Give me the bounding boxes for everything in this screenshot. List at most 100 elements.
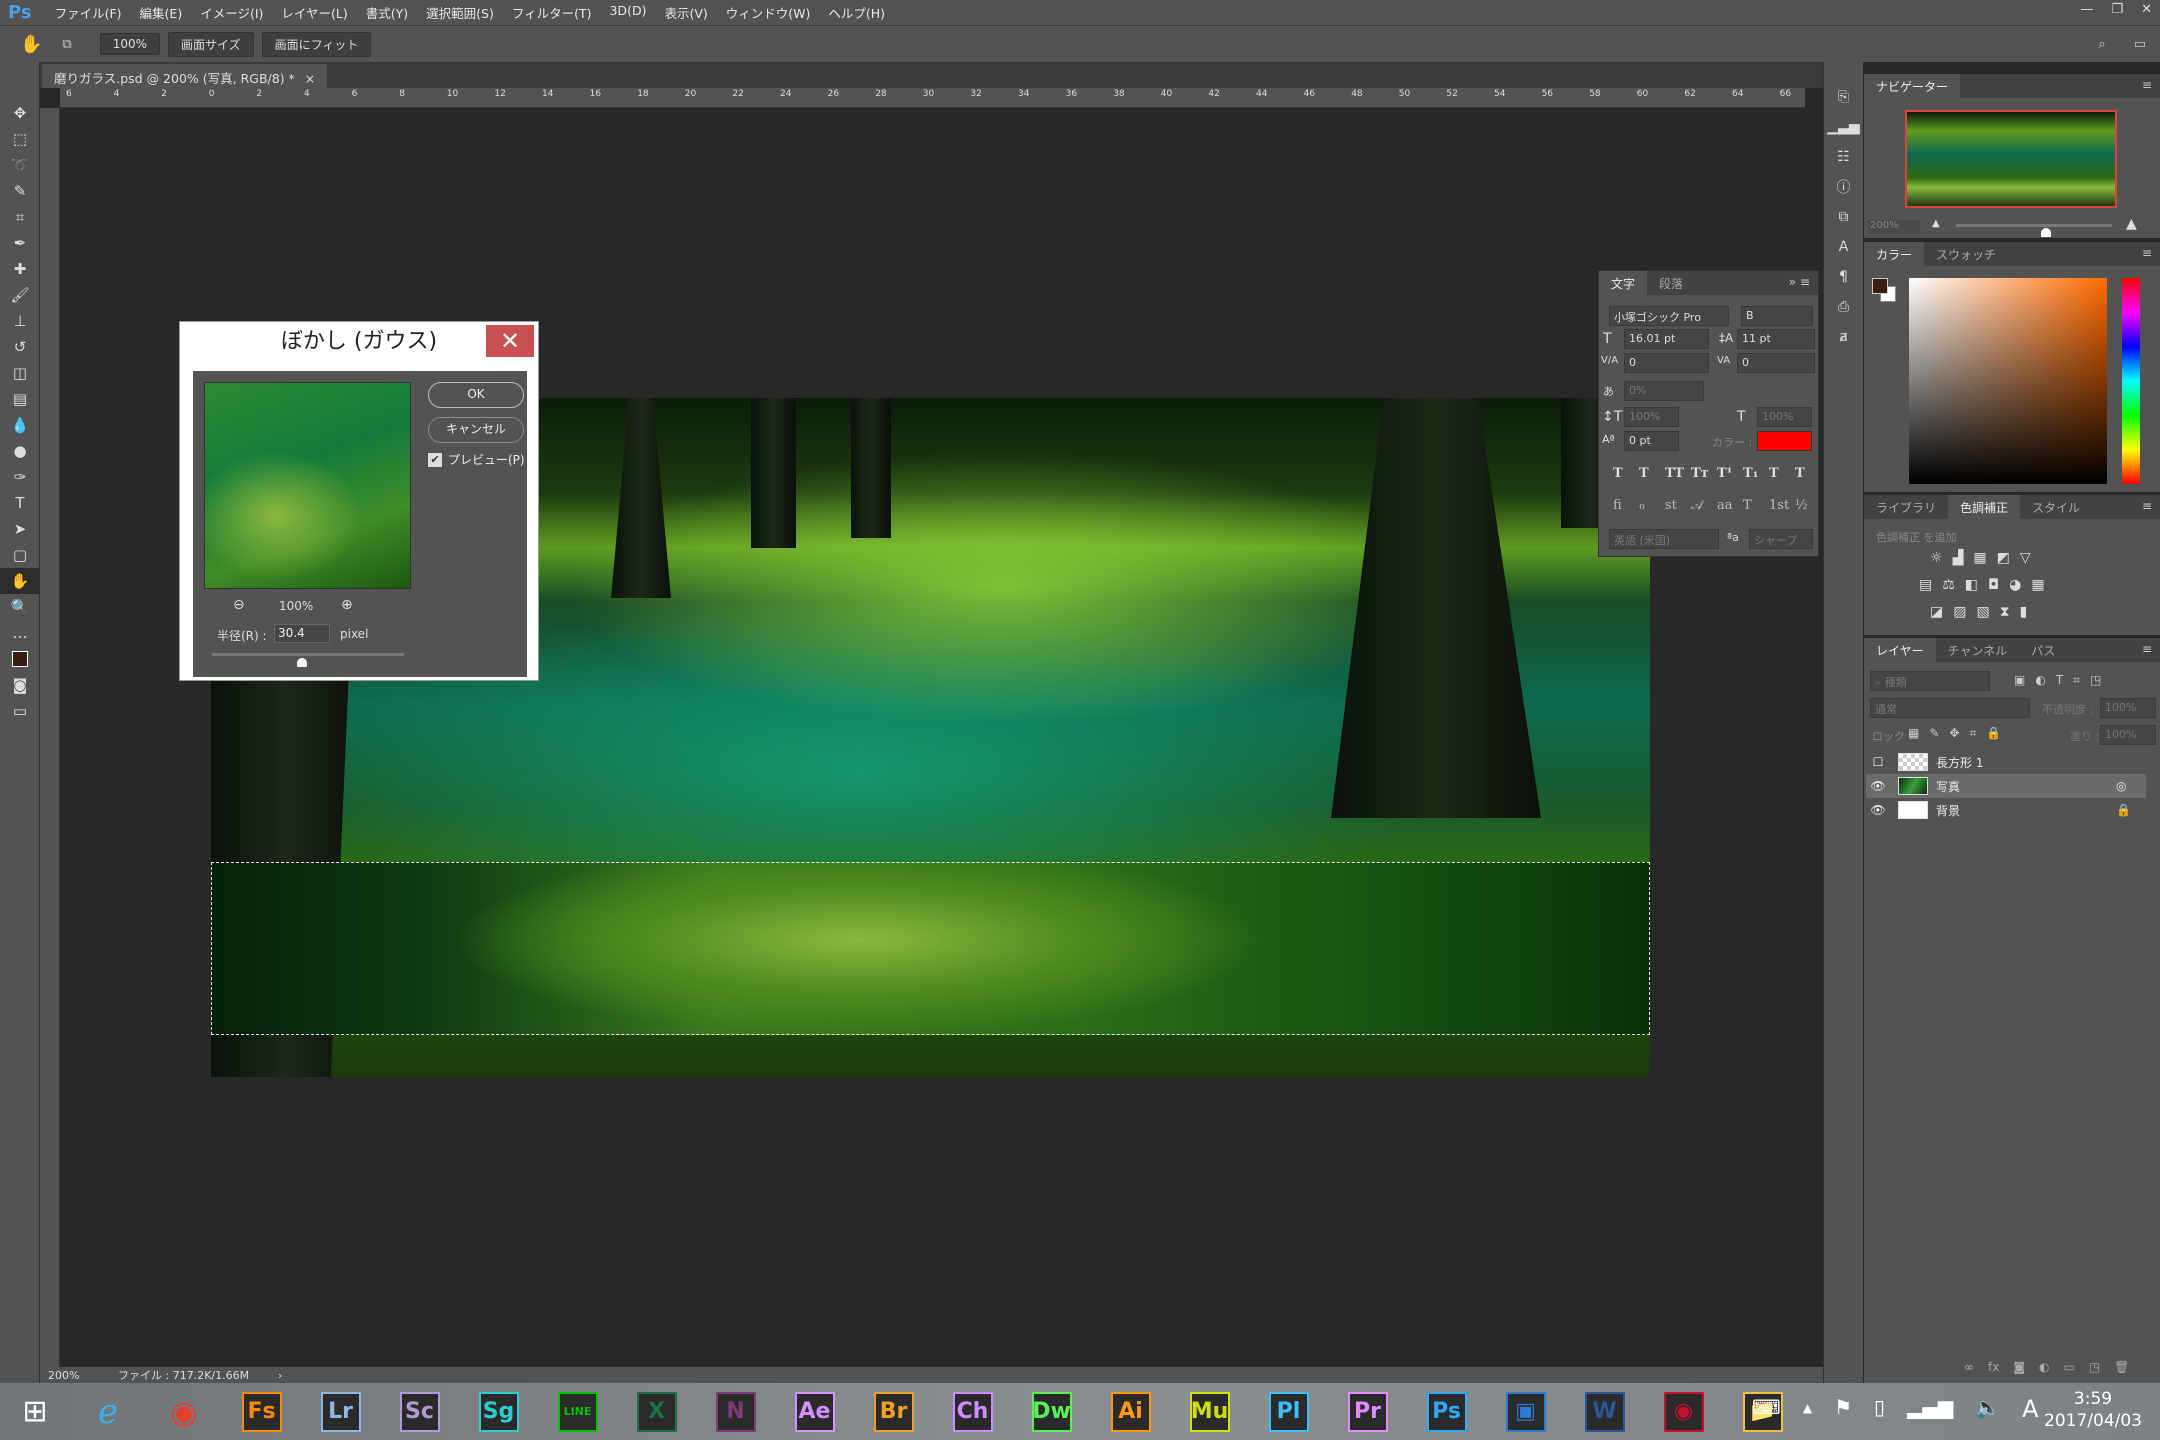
fx-icon[interactable]: fx bbox=[1988, 1360, 1999, 1374]
taskbar-app-1[interactable]: Lr bbox=[307, 1387, 375, 1437]
eraser-tool-icon[interactable]: ◫ bbox=[0, 360, 40, 386]
lock-artboard-icon[interactable]: ⌗ bbox=[1969, 726, 1976, 741]
type-style-button[interactable]: T¹ bbox=[1717, 466, 1734, 481]
blend-mode-select[interactable]: 通常 bbox=[1870, 698, 2030, 718]
opentype-button[interactable]: ﬁ bbox=[1613, 498, 1630, 513]
antialias-select[interactable]: シャープ bbox=[1749, 529, 1813, 549]
menu-item[interactable]: 編集(E) bbox=[131, 3, 192, 22]
radius-input[interactable]: 30.4 bbox=[274, 624, 330, 643]
dodge-tool-icon[interactable]: ● bbox=[0, 438, 40, 464]
menu-item[interactable]: ヘルプ(H) bbox=[819, 3, 894, 22]
type-style-button[interactable]: T bbox=[1795, 466, 1812, 481]
lasso-tool-icon[interactable]: ➰ bbox=[0, 152, 40, 178]
taskbar-app-8[interactable]: Br bbox=[860, 1387, 928, 1437]
type-style-button[interactable]: T₁ bbox=[1743, 466, 1760, 481]
color-balance-icon[interactable]: ⚖ bbox=[1942, 577, 1955, 593]
menu-item[interactable]: 選択範囲(S) bbox=[417, 3, 503, 22]
lock-position-icon[interactable]: ✥ bbox=[1949, 726, 1959, 741]
paragraph-icon[interactable]: ¶ bbox=[1824, 262, 1863, 292]
vertical-scale-field[interactable]: 100% bbox=[1624, 407, 1679, 427]
stamp-tool-icon[interactable]: ⊥ bbox=[0, 308, 40, 334]
dialog-close-button[interactable]: ✕ bbox=[486, 325, 534, 357]
show-hidden-icons[interactable]: ▲ bbox=[1803, 1395, 1812, 1423]
crop-tool-icon[interactable]: ⌗ bbox=[0, 204, 40, 230]
tracking-field[interactable]: 0 bbox=[1737, 353, 1815, 373]
panel-menu-icon[interactable]: ≡ bbox=[2134, 74, 2160, 98]
layer-row[interactable]: ☐ 長方形 1 bbox=[1866, 750, 2146, 774]
font-size-field[interactable]: 16.01 pt bbox=[1624, 329, 1709, 349]
tab-navigator[interactable]: ナビゲーター bbox=[1864, 74, 1961, 98]
taskbar-app-4[interactable]: LINE bbox=[544, 1387, 612, 1437]
preview-checkbox-row[interactable]: ✔ プレビュー(P) bbox=[428, 451, 525, 468]
restore-button[interactable]: ❐ bbox=[2111, 2, 2123, 17]
tab-channels[interactable]: チャンネル bbox=[1936, 638, 2020, 662]
taskbar-app-5[interactable]: X bbox=[623, 1387, 691, 1437]
tab-paths[interactable]: パス bbox=[2019, 638, 2067, 662]
fill-field[interactable]: 100% bbox=[2100, 725, 2156, 745]
menu-item[interactable]: レイヤー(L) bbox=[272, 3, 356, 22]
volume-icon[interactable]: 🔈 bbox=[1975, 1395, 2000, 1423]
taskbar-app-3[interactable]: Sg bbox=[465, 1387, 533, 1437]
navigator-zoom-field[interactable]: 200% bbox=[1868, 220, 1920, 234]
opentype-button[interactable]: ℴ bbox=[1639, 498, 1656, 513]
power-icon[interactable]: ▯ bbox=[1874, 1395, 1885, 1423]
photo-filter-icon[interactable]: ◘ bbox=[1988, 577, 1999, 593]
keyboard-icon[interactable]: ⌨ bbox=[1752, 1395, 1781, 1423]
status-zoom[interactable]: 200% bbox=[40, 1369, 88, 1382]
font-style-select[interactable]: B bbox=[1741, 306, 1813, 326]
type-style-button[interactable]: TT bbox=[1665, 466, 1684, 481]
color-field[interactable] bbox=[1909, 278, 2107, 484]
more-tools-icon[interactable]: … bbox=[0, 620, 40, 646]
screen-mode-icon[interactable]: ▭ bbox=[0, 698, 40, 724]
menu-item[interactable]: 3D(D) bbox=[600, 3, 655, 22]
path-select-icon[interactable]: ➤ bbox=[0, 516, 40, 542]
taskbar-app-11[interactable]: Ai bbox=[1097, 1387, 1165, 1437]
healing-brush-icon[interactable]: ✚ bbox=[0, 256, 40, 282]
opentype-button[interactable]: 𝒜 bbox=[1691, 498, 1708, 513]
taskbar-app-15[interactable]: Ps bbox=[1413, 1387, 1481, 1437]
status-menu-arrow-icon[interactable]: › bbox=[278, 1369, 282, 1382]
gradient-tool-icon[interactable]: ▤ bbox=[0, 386, 40, 412]
font-family-select[interactable]: 小塚ゴシック Pro bbox=[1609, 306, 1729, 326]
quick-select-tool-icon[interactable]: ✎ bbox=[0, 178, 40, 204]
zoom-out-mountain-icon[interactable]: ▲ bbox=[1932, 218, 1940, 229]
panel-menu-icon[interactable]: » ≡ bbox=[1781, 271, 1818, 295]
brightness-icon[interactable]: ☼ bbox=[1930, 550, 1943, 566]
new-layer-icon[interactable]: ◳ bbox=[2089, 1360, 2100, 1374]
character-icon[interactable]: A bbox=[1824, 232, 1863, 262]
zoom-in-mountain-icon[interactable]: ▲ bbox=[2126, 216, 2137, 232]
color-swatches-icon[interactable] bbox=[0, 646, 40, 672]
kerning-field[interactable]: 0 bbox=[1624, 353, 1709, 373]
channel-mixer-icon[interactable]: ◕ bbox=[2009, 577, 2021, 593]
panel-menu-icon[interactable]: ≡ bbox=[2134, 495, 2160, 519]
invert-icon[interactable]: ◪ bbox=[1930, 604, 1943, 620]
panel-menu-icon[interactable]: ≡ bbox=[2134, 242, 2160, 266]
type-filter-icon[interactable]: T bbox=[2056, 673, 2063, 688]
menu-item[interactable]: 書式(Y) bbox=[357, 3, 417, 22]
opentype-button[interactable]: ½ bbox=[1795, 498, 1812, 513]
type-style-button[interactable]: Tт bbox=[1691, 466, 1709, 481]
pen-tool-icon[interactable]: ✑ bbox=[0, 464, 40, 490]
layer-row[interactable]: 👁 写真 ◎ bbox=[1866, 774, 2146, 798]
menu-item[interactable]: 表示(V) bbox=[655, 3, 716, 22]
start-button[interactable]: ⊞ bbox=[0, 1394, 70, 1429]
ok-button[interactable]: OK bbox=[428, 382, 524, 408]
curves-icon[interactable]: ▦ bbox=[1973, 550, 1986, 566]
opentype-button[interactable]: T bbox=[1743, 498, 1760, 513]
menu-item[interactable]: ウィンドウ(W) bbox=[717, 3, 820, 22]
preview-checkbox[interactable]: ✔ bbox=[428, 452, 442, 467]
lock-transparent-icon[interactable]: ▦ bbox=[1908, 726, 1919, 741]
taskbar-app-12[interactable]: Mu bbox=[1176, 1387, 1244, 1437]
taskbar-app-9[interactable]: Ch bbox=[939, 1387, 1007, 1437]
tab-adjustments[interactable]: 色調補正 bbox=[1948, 495, 2021, 519]
quick-mask-icon[interactable]: ◙ bbox=[0, 672, 40, 698]
hand-tool-icon[interactable]: ✋ bbox=[0, 568, 40, 594]
type-style-button[interactable]: T bbox=[1769, 466, 1786, 481]
radius-slider-thumb[interactable] bbox=[297, 658, 308, 667]
ime-indicator[interactable]: A bbox=[2022, 1395, 2038, 1423]
internet-explorer-icon[interactable]: ℯ bbox=[70, 1392, 146, 1432]
menu-item[interactable]: フィルター(T) bbox=[503, 3, 601, 22]
lock-all-icon[interactable]: 🔒 bbox=[1986, 726, 2001, 741]
baseline-shift-field[interactable]: 0 pt bbox=[1624, 431, 1679, 451]
scroll-all-windows-icon[interactable]: ⧉ bbox=[62, 37, 71, 52]
